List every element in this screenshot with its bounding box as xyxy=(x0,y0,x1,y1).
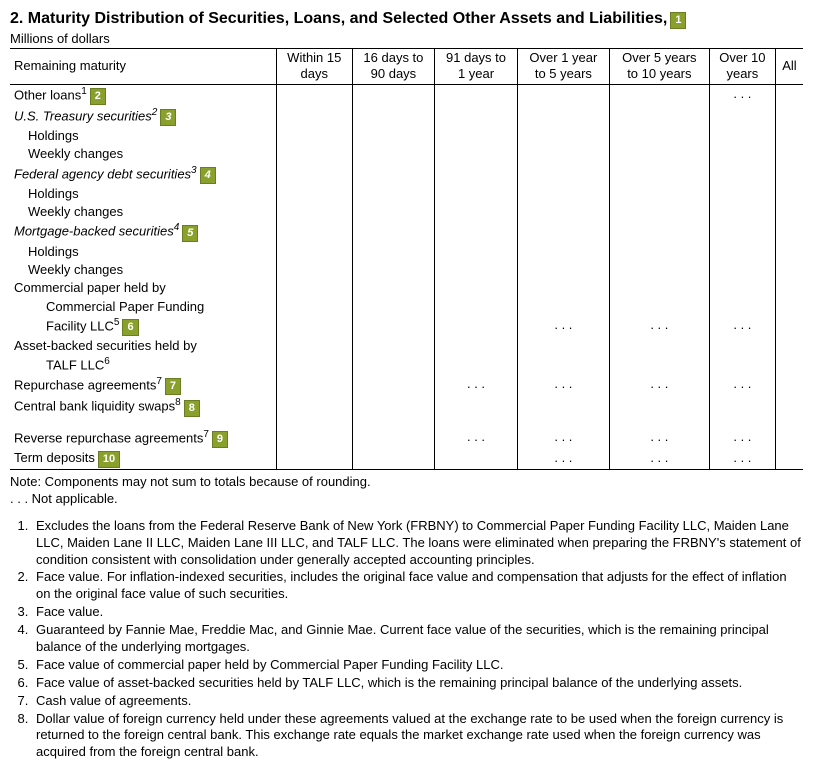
spacer-row xyxy=(10,418,803,428)
data-cell: . . . xyxy=(709,375,775,396)
table-title: 2. Maturity Distribution of Securities, … xyxy=(10,10,803,29)
footnote: Face value. xyxy=(32,604,803,621)
data-cell: . . . xyxy=(435,375,518,396)
header-row: Remaining maturity Within 15days 16 days… xyxy=(10,49,803,84)
col-5-10yr: Over 5 yearsto 10 years xyxy=(609,49,709,84)
table-row: Reverse repurchase agreements79 . . .. .… xyxy=(10,428,803,449)
maturity-table: Remaining maturity Within 15days 16 days… xyxy=(10,49,803,470)
data-cell: . . . xyxy=(609,375,709,396)
data-cell: . . . xyxy=(609,449,709,470)
ref-badge[interactable]: 9 xyxy=(212,431,228,448)
col-16-90: 16 days to90 days xyxy=(352,49,435,84)
footnote: Face value of commercial paper held by C… xyxy=(32,657,803,674)
table-row: Mortgage-backed securities45 xyxy=(10,221,803,242)
table-row: Commercial paper held by xyxy=(10,279,803,297)
col-1-5yr: Over 1 yearto 5 years xyxy=(517,49,609,84)
data-cell: . . . xyxy=(517,316,609,337)
footnotes-list: Excludes the loans from the Federal Rese… xyxy=(10,518,803,761)
ref-badge[interactable]: 8 xyxy=(184,400,200,417)
data-cell: . . . xyxy=(609,428,709,449)
table-row: Facility LLC56 . . .. . .. . . xyxy=(10,316,803,337)
table-row: Weekly changes xyxy=(10,145,803,163)
ref-badge[interactable]: 10 xyxy=(98,451,120,468)
data-cell: . . . xyxy=(435,428,518,449)
col-91-1yr: 91 days to1 year xyxy=(435,49,518,84)
footnote: Face value of asset-backed securities he… xyxy=(32,675,803,692)
ref-badge[interactable]: 3 xyxy=(160,109,176,126)
col-all: All xyxy=(775,49,803,84)
table-row: Weekly changes xyxy=(10,203,803,221)
notes: Note: Components may not sum to totals b… xyxy=(10,474,803,761)
ref-badge[interactable]: 5 xyxy=(182,225,198,242)
data-cell: . . . xyxy=(709,449,775,470)
note-line: . . . Not applicable. xyxy=(10,491,803,508)
footnote: Dollar value of foreign currency held un… xyxy=(32,711,803,762)
table-row: Federal agency debt securities34 xyxy=(10,164,803,185)
table-row: Asset-backed securities held by xyxy=(10,337,803,355)
col-over-10yr: Over 10years xyxy=(709,49,775,84)
footnote: Face value. For inflation-indexed securi… xyxy=(32,569,803,603)
data-cell: . . . xyxy=(517,449,609,470)
col-within-15: Within 15days xyxy=(276,49,352,84)
table-row: Holdings xyxy=(10,185,803,203)
ref-badge[interactable]: 1 xyxy=(670,12,686,29)
data-cell: . . . xyxy=(517,375,609,396)
footnote: Excludes the loans from the Federal Rese… xyxy=(32,518,803,569)
ref-badge[interactable]: 4 xyxy=(200,167,216,184)
data-cell: . . . xyxy=(517,428,609,449)
data-cell: . . . xyxy=(709,84,775,106)
note-line: Note: Components may not sum to totals b… xyxy=(10,474,803,491)
table-row: Central bank liquidity swaps88 xyxy=(10,396,803,417)
ref-badge[interactable]: 6 xyxy=(122,319,138,336)
ref-badge[interactable]: 7 xyxy=(165,378,181,395)
footnote: Guaranteed by Fannie Mae, Freddie Mac, a… xyxy=(32,622,803,656)
table-row: Holdings xyxy=(10,127,803,145)
table-row: Holdings xyxy=(10,243,803,261)
footnote: Cash value of agreements. xyxy=(32,693,803,710)
table-row: TALF LLC6 xyxy=(10,355,803,375)
data-cell: . . . xyxy=(709,316,775,337)
table-row: Repurchase agreements77 . . .. . .. . ..… xyxy=(10,375,803,396)
title-text: 2. Maturity Distribution of Securities, … xyxy=(10,10,667,27)
data-cell: . . . xyxy=(609,316,709,337)
subtitle: Millions of dollars xyxy=(10,31,803,49)
col-remaining-maturity: Remaining maturity xyxy=(10,49,276,84)
header-label: Remaining maturity xyxy=(14,58,126,73)
ref-badge[interactable]: 2 xyxy=(90,88,106,105)
table-row: Other loans12 . . . xyxy=(10,84,803,106)
table-row: Commercial Paper Funding xyxy=(10,298,803,316)
table-row: U.S. Treasury securities23 xyxy=(10,106,803,127)
table-row: Term deposits10 . . .. . .. . . xyxy=(10,449,803,470)
table-row: Weekly changes xyxy=(10,261,803,279)
data-cell: . . . xyxy=(709,428,775,449)
